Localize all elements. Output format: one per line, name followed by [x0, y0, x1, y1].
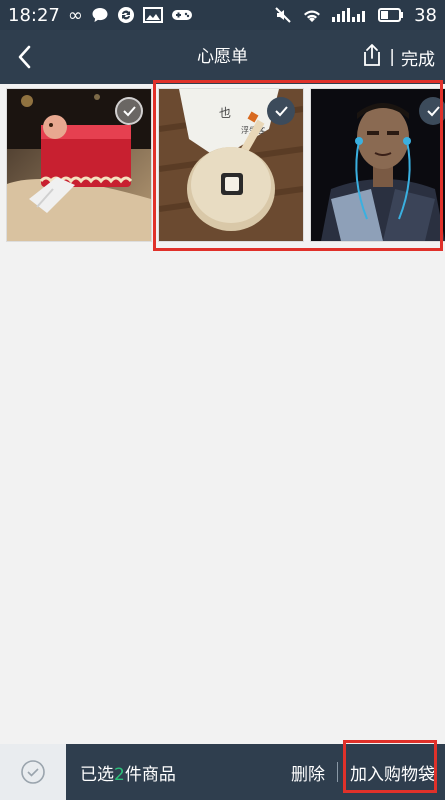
- selected-count: 2: [114, 764, 125, 785]
- checkmark-icon: [427, 106, 440, 117]
- infinity-icon: ∞: [67, 4, 83, 26]
- add-to-cart-button[interactable]: 加入购物袋: [338, 760, 445, 785]
- selected-prefix: 已选: [80, 764, 114, 785]
- delete-button[interactable]: 删除: [279, 760, 337, 785]
- share-button[interactable]: [361, 43, 383, 72]
- unselected-checkbox[interactable]: [115, 97, 143, 125]
- nav-bar: 心愿单 | 完成: [0, 30, 445, 84]
- checkmark-icon: [123, 106, 136, 117]
- checkmark-icon: [275, 106, 288, 117]
- product-card[interactable]: [310, 88, 445, 242]
- status-time: 18:27: [8, 4, 60, 26]
- done-button[interactable]: 完成: [401, 45, 435, 70]
- selected-checkbox[interactable]: [267, 97, 295, 125]
- selected-checkbox[interactable]: [419, 97, 445, 125]
- status-bar: 18:27 ∞ 38: [0, 0, 445, 30]
- image-icon: [142, 7, 163, 23]
- battery-icon: [378, 8, 404, 22]
- back-arrow-icon: [18, 45, 31, 69]
- select-all-button[interactable]: [0, 744, 66, 800]
- wifi-icon: [302, 7, 322, 23]
- signal-icon: [332, 8, 368, 22]
- select-all-circle-check-icon: [21, 760, 45, 784]
- wishlist-grid: 也 浮生客: [6, 88, 445, 242]
- nav-divider: |: [389, 47, 395, 67]
- mute-icon: [274, 6, 292, 24]
- share-icon: [364, 43, 381, 66]
- product-card[interactable]: [6, 88, 152, 242]
- gamepad-icon: [171, 8, 193, 22]
- bottom-action-bar: 已选2件商品 删除 加入购物袋: [0, 744, 445, 800]
- chat-bubble-icon: [91, 6, 109, 24]
- product-card[interactable]: 也 浮生客: [158, 88, 304, 242]
- selection-summary: 已选2件商品: [66, 760, 176, 785]
- selected-suffix: 件商品: [124, 764, 176, 785]
- battery-percent: 38: [414, 4, 437, 26]
- svg-text:也: 也: [219, 106, 231, 120]
- back-button[interactable]: [0, 30, 48, 84]
- sync-icon: [117, 6, 135, 24]
